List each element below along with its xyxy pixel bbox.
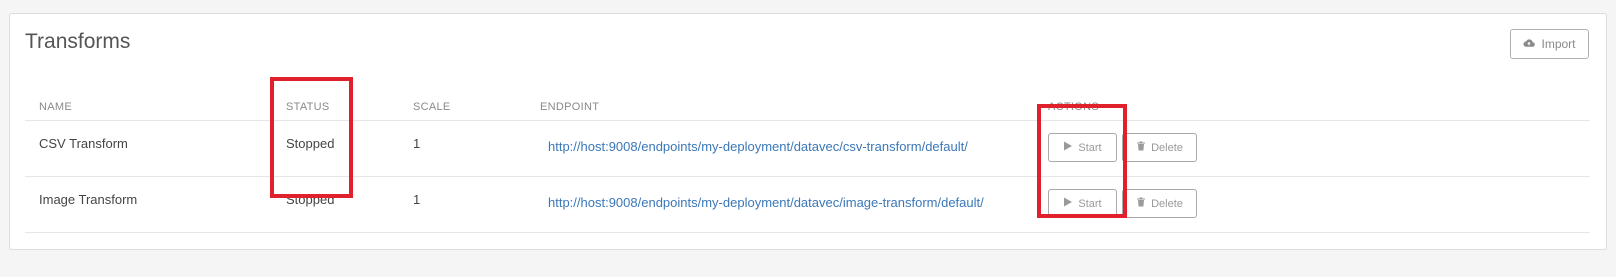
start-button[interactable]: Start (1048, 189, 1117, 218)
delete-label: Delete (1151, 197, 1183, 210)
column-header-endpoint: ENDPOINT (540, 94, 1048, 121)
row-actions: Start Delete (1048, 177, 1590, 218)
column-header-actions: ACTIONS (1048, 94, 1590, 121)
delete-button[interactable]: Delete (1122, 189, 1197, 218)
cloud-upload-icon (1523, 37, 1536, 52)
endpoint-link[interactable]: http://host:9008/endpoints/my-deployment… (540, 177, 1048, 210)
table-row: Image Transform Stopped 1 http://host:90… (25, 176, 1590, 233)
play-icon (1063, 197, 1073, 210)
delete-label: Delete (1151, 141, 1183, 154)
start-label: Start (1078, 197, 1102, 210)
scale-value: 1 (413, 192, 421, 207)
endpoint-link[interactable]: http://host:9008/endpoints/my-deployment… (540, 121, 1048, 154)
page-title: Transforms (25, 30, 131, 53)
transforms-table: NAME STATUS SCALE ENDPOINT ACTIONS CSV T… (25, 94, 1590, 233)
status-text: Stopped (286, 136, 335, 151)
trash-icon (1136, 141, 1146, 154)
column-header-name: NAME (25, 94, 286, 121)
status-text: Stopped (286, 192, 335, 207)
transform-name: Image Transform (39, 192, 138, 207)
start-button[interactable]: Start (1048, 133, 1117, 162)
transform-name: CSV Transform (39, 136, 128, 151)
scale-value: 1 (413, 136, 421, 151)
column-header-scale: SCALE (413, 94, 540, 121)
transforms-panel: Transforms Import NAME STATUS SCALE ENDP… (9, 13, 1607, 250)
play-icon (1063, 141, 1073, 154)
trash-icon (1136, 197, 1146, 210)
table-header-row: NAME STATUS SCALE ENDPOINT ACTIONS (25, 94, 1590, 121)
table-row: CSV Transform Stopped 1 http://host:9008… (25, 120, 1590, 177)
delete-button[interactable]: Delete (1122, 133, 1197, 162)
column-header-status: STATUS (286, 94, 413, 121)
import-label: Import (1541, 37, 1576, 51)
start-label: Start (1078, 141, 1102, 154)
import-button[interactable]: Import (1510, 29, 1589, 59)
row-actions: Start Delete (1048, 121, 1590, 162)
